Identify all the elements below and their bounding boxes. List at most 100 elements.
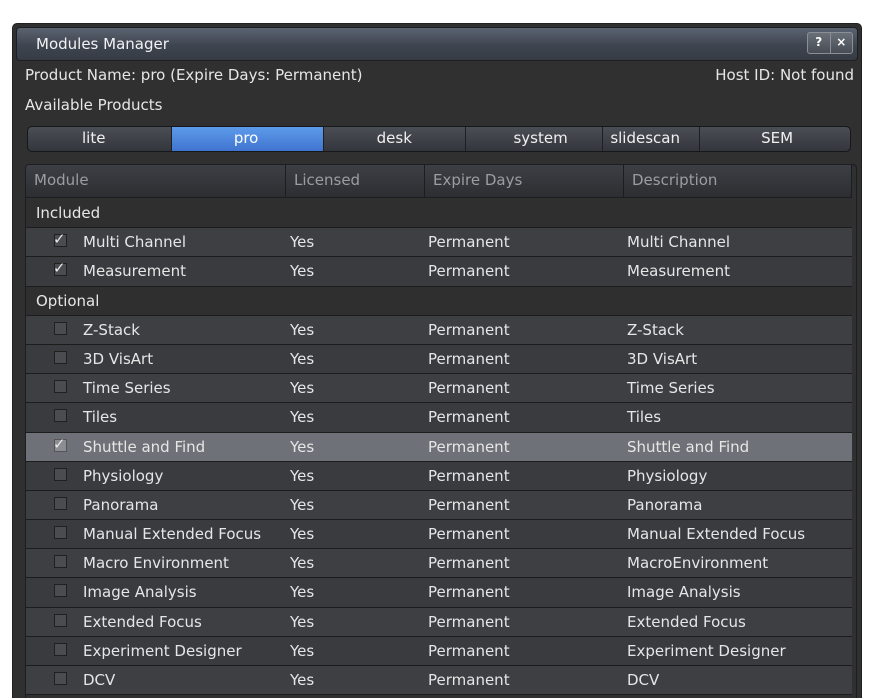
- module-checkbox[interactable]: ✓: [53, 435, 67, 453]
- licensed-value: Yes: [290, 349, 315, 368]
- description-value: Tiles: [627, 408, 662, 427]
- description-value: MacroEnvironment: [627, 554, 769, 573]
- module-name: DCV: [83, 671, 116, 689]
- module-checkbox[interactable]: [54, 584, 67, 598]
- available-products-label: Available Products: [25, 96, 163, 114]
- licensed-value: Yes: [290, 379, 315, 398]
- table-row[interactable]: Panorama Yes Permanent Panorama: [26, 490, 852, 521]
- licensed-value: Yes: [290, 466, 315, 485]
- description-value: Physiology: [627, 466, 708, 485]
- description-value: Multi Channel: [627, 233, 731, 252]
- licensed-value: Yes: [290, 641, 315, 660]
- tab-desk[interactable]: desk: [324, 127, 467, 151]
- licensed-value: Yes: [290, 320, 315, 339]
- column-header-licensed[interactable]: Licensed: [286, 165, 425, 197]
- module-name: Extended Focus: [83, 612, 202, 631]
- module-checkbox[interactable]: [54, 467, 67, 481]
- table-row[interactable]: DCV Yes Permanent DCV: [26, 666, 852, 696]
- description-value: Extended Focus: [627, 612, 746, 631]
- description-value: Shuttle and Find: [627, 437, 750, 456]
- module-name: Measurement: [83, 262, 186, 281]
- module-name: Manual Extended Focus: [83, 525, 262, 544]
- module-checkbox[interactable]: [54, 380, 67, 394]
- module-checkbox[interactable]: [54, 613, 67, 627]
- description-value: Image Analysis: [627, 583, 741, 602]
- expire-days-value: Permanent: [428, 612, 510, 631]
- module-checkbox[interactable]: [54, 321, 67, 335]
- table-body: Included ✓ Multi Channel Yes Permanent Multi …: [26, 199, 852, 696]
- module-checkbox[interactable]: [54, 496, 67, 510]
- column-header-description[interactable]: Description: [624, 165, 852, 197]
- expire-days-value: Permanent: [428, 233, 510, 252]
- table-row[interactable]: Physiology Yes Permanent Physiology: [26, 461, 852, 491]
- expire-days-value: Permanent: [428, 349, 510, 368]
- window-title: Modules Manager: [36, 35, 169, 53]
- description-value: Time Series: [627, 379, 715, 398]
- table-row[interactable]: Experiment Designer Yes Permanent Experimen…: [26, 636, 852, 666]
- checkmark-icon: ✓: [53, 434, 66, 453]
- title-bar-buttons: ? ×: [807, 32, 853, 54]
- expire-days-value: Permanent: [428, 262, 510, 281]
- description-value: Z-Stack: [627, 320, 684, 339]
- table-row[interactable]: Macro Environment Yes Permanent MacroEnviro…: [26, 549, 852, 579]
- description-value: Measurement: [627, 262, 730, 281]
- module-checkbox[interactable]: [54, 526, 67, 540]
- product-name-label: Product Name: pro (Expire Days: Permanen…: [25, 66, 363, 84]
- tab-slidescan[interactable]: slidescan: [603, 127, 701, 151]
- description-value: Panorama: [627, 495, 703, 514]
- module-name: Time Series: [83, 379, 171, 398]
- expire-days-value: Permanent: [428, 525, 510, 544]
- module-name: Multi Channel: [83, 233, 187, 252]
- module-checkbox[interactable]: ✓: [53, 259, 67, 277]
- category-row: Included: [26, 199, 852, 229]
- table-row[interactable]: Manual Extended Focus Yes Permanent Manual …: [26, 520, 852, 550]
- category-row: Optional: [26, 286, 852, 316]
- description-value: DCV: [627, 671, 660, 689]
- licensed-value: Yes: [290, 554, 315, 573]
- table-row[interactable]: Image Analysis Yes Permanent Image Analysis: [26, 578, 852, 608]
- expire-days-value: Permanent: [428, 495, 510, 514]
- expire-days-value: Permanent: [428, 379, 510, 398]
- expire-days-value: Permanent: [428, 641, 510, 660]
- table-row[interactable]: Tiles Yes Permanent Tiles: [26, 403, 852, 433]
- module-name: Shuttle and Find: [83, 437, 206, 456]
- close-button[interactable]: ×: [829, 33, 853, 53]
- module-name: Image Analysis: [83, 583, 197, 602]
- table-row[interactable]: Time Series Yes Permanent Time Series: [26, 374, 852, 404]
- column-header-module[interactable]: Module: [26, 165, 286, 197]
- table-row[interactable]: ✓ Multi Channel Yes Permanent Multi Channel: [26, 228, 852, 258]
- product-tabs: lite pro desk system slidescan SEM: [27, 126, 851, 152]
- module-checkbox[interactable]: [54, 555, 67, 569]
- module-name: Panorama: [83, 495, 159, 514]
- licensed-value: Yes: [290, 437, 315, 456]
- module-checkbox[interactable]: ✓: [53, 230, 67, 248]
- tab-sem[interactable]: SEM: [700, 127, 850, 151]
- module-name: Physiology: [83, 466, 164, 485]
- expire-days-value: Permanent: [428, 466, 510, 485]
- licensed-value: Yes: [290, 525, 315, 544]
- licensed-value: Yes: [290, 583, 315, 602]
- module-name: Z-Stack: [83, 320, 140, 339]
- expire-days-value: Permanent: [428, 320, 510, 339]
- table-row[interactable]: Z-Stack Yes Permanent Z-Stack: [26, 315, 852, 345]
- host-id-label: Host ID: Not found: [715, 66, 854, 84]
- table-row[interactable]: ✓ Measurement Yes Permanent Measurement: [26, 257, 852, 287]
- tab-lite[interactable]: lite: [28, 127, 172, 151]
- table-row[interactable]: Extended Focus Yes Permanent Extended Focus: [26, 607, 852, 637]
- tab-pro[interactable]: pro: [171, 127, 324, 151]
- module-name: Macro Environment: [83, 554, 229, 573]
- module-checkbox[interactable]: [54, 409, 67, 423]
- licensed-value: Yes: [290, 671, 315, 689]
- module-checkbox[interactable]: [54, 642, 67, 656]
- table-row[interactable]: 3D VisArt Yes Permanent 3D VisArt: [26, 344, 852, 375]
- tab-system[interactable]: system: [466, 127, 604, 151]
- help-button[interactable]: ?: [808, 33, 830, 53]
- module-checkbox[interactable]: [54, 672, 67, 685]
- category-label: Optional: [36, 291, 100, 310]
- licensed-value: Yes: [290, 495, 315, 514]
- title-bar[interactable]: Modules Manager ? ×: [16, 27, 858, 61]
- description-value: 3D VisArt: [627, 349, 698, 368]
- table-row[interactable]: ✓ Shuttle and Find Yes Permanent Shuttle and…: [26, 432, 852, 462]
- module-checkbox[interactable]: [54, 350, 67, 364]
- column-header-expire-days[interactable]: Expire Days: [425, 165, 624, 197]
